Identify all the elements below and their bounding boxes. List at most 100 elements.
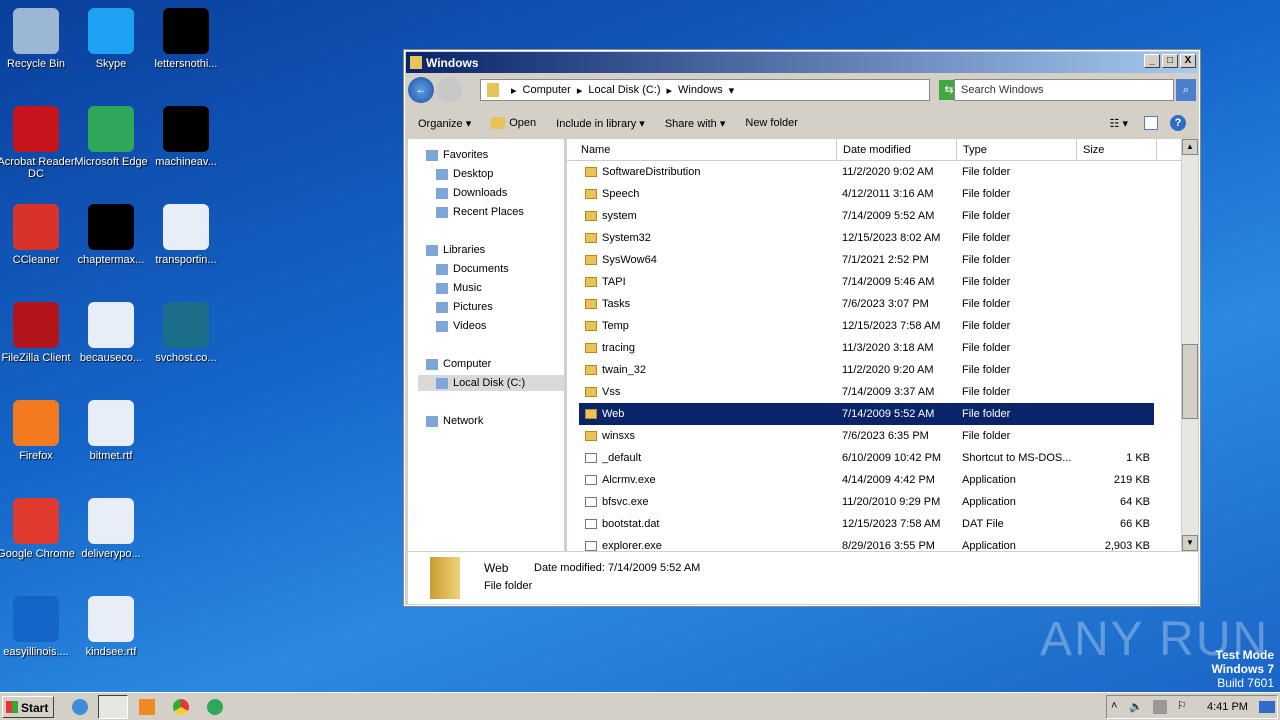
media-player-taskbar-icon[interactable] — [139, 699, 155, 715]
desktop-icon[interactable]: Google Chrome — [0, 498, 75, 560]
desktop-icon[interactable]: Microsoft Edge — [72, 106, 150, 168]
desktop-icon[interactable]: lettersnothi... — [147, 8, 225, 70]
scroll-up-button[interactable]: ▲ — [1182, 139, 1198, 155]
explorer-taskbar-icon[interactable] — [98, 695, 128, 719]
desktop-icon[interactable]: svchost.co... — [147, 302, 225, 364]
scroll-down-button[interactable]: ▼ — [1182, 535, 1198, 551]
file-row[interactable]: Alcrmv.exe 4/14/2009 4:42 PM Application… — [579, 469, 1154, 491]
nav-item[interactable]: Computer — [408, 356, 491, 372]
breadcrumb[interactable]: ▸ Computer ▸ Local Disk (C:) ▸ Windows ▾ ⇆ — [480, 79, 959, 101]
share-with-button[interactable]: Share with ▾ — [665, 117, 726, 130]
show-hidden-icons-icon[interactable]: ˄ — [1111, 700, 1117, 712]
start-button[interactable]: Start — [2, 696, 54, 718]
file-row[interactable]: twain_32 11/2/2020 9:20 AM File folder — [579, 359, 1154, 381]
file-row[interactable]: Web 7/14/2009 5:52 AM File folder — [579, 403, 1154, 425]
vertical-scrollbar[interactable]: ▲ ▼ — [1182, 139, 1198, 551]
desktop-icon[interactable]: FileZilla Client — [0, 302, 75, 364]
network-warning-icon[interactable] — [1153, 700, 1167, 714]
forward-button[interactable] — [436, 77, 462, 103]
organize-button[interactable]: Organize ▾ — [418, 117, 471, 130]
include-in-library-button[interactable]: Include in library ▾ — [556, 117, 645, 130]
file-row[interactable]: SysWow64 7/1/2021 2:52 PM File folder — [579, 249, 1154, 271]
desktop-icon[interactable]: kindsee.rtf — [72, 596, 150, 658]
ie-taskbar-icon[interactable] — [72, 699, 88, 715]
crumb-local-disk[interactable]: Local Disk (C:) — [588, 84, 660, 96]
desktop-icon[interactable]: machineav... — [147, 106, 225, 168]
scroll-thumb[interactable] — [1182, 344, 1198, 419]
nav-item[interactable]: Music — [418, 280, 482, 296]
file-row[interactable]: bfsvc.exe 11/20/2010 9:29 PM Application… — [579, 491, 1154, 513]
nav-item-label: Music — [453, 282, 482, 294]
file-row[interactable]: System32 12/15/2023 8:02 AM File folder — [579, 227, 1154, 249]
column-name[interactable]: Name — [567, 139, 837, 161]
nav-icon — [436, 206, 448, 218]
title-bar[interactable]: Windows _ □ X — [406, 52, 1198, 73]
nav-item[interactable]: Pictures — [418, 299, 493, 315]
desktop-icon[interactable]: transportin... — [147, 204, 225, 266]
desktop-icon[interactable]: Firefox — [0, 400, 75, 462]
desktop-icon[interactable]: deliverypo... — [72, 498, 150, 560]
desktop-icon[interactable]: easyillinois.... — [0, 596, 75, 658]
file-row[interactable]: Tasks 7/6/2023 3:07 PM File folder — [579, 293, 1154, 315]
edge-taskbar-icon[interactable] — [207, 699, 223, 715]
back-button[interactable]: ← — [408, 77, 434, 103]
minimize-button[interactable]: _ — [1144, 54, 1160, 68]
desktop-icon[interactable]: chaptermax... — [72, 204, 150, 266]
nav-item[interactable]: Recent Places — [418, 204, 524, 220]
nav-item[interactable]: Libraries — [408, 242, 485, 258]
search-icon[interactable]: ⌕ — [1176, 79, 1196, 101]
desktop-icon-image — [13, 400, 59, 446]
file-row[interactable]: TAPI 7/14/2009 5:46 AM File folder — [579, 271, 1154, 293]
desktop-icon[interactable]: becauseco... — [72, 302, 150, 364]
nav-item[interactable]: Documents — [418, 261, 509, 277]
file-row[interactable]: system 7/14/2009 5:52 AM File folder — [579, 205, 1154, 227]
show-desktop-icon[interactable] — [1259, 701, 1275, 713]
file-icon — [585, 541, 597, 551]
maximize-button[interactable]: □ — [1162, 54, 1178, 68]
open-button[interactable]: Open — [491, 117, 536, 130]
file-row[interactable]: Speech 4/12/2011 3:16 AM File folder — [579, 183, 1154, 205]
column-date-modified[interactable]: Date modified — [837, 139, 957, 161]
desktop-icon-image — [163, 8, 209, 54]
nav-item[interactable]: Desktop — [418, 166, 493, 182]
desktop-icon-image — [88, 596, 134, 642]
desktop-icon[interactable]: bitmet.rtf — [72, 400, 150, 462]
close-button[interactable]: X — [1180, 54, 1196, 68]
new-folder-button[interactable]: New folder — [745, 117, 798, 129]
help-icon[interactable]: ? — [1170, 115, 1186, 131]
file-row[interactable]: _default 6/10/2009 10:42 PM Shortcut to … — [579, 447, 1154, 469]
desktop-icon[interactable]: Acrobat Reader DC — [0, 106, 75, 180]
file-date: 4/12/2011 3:16 AM — [842, 188, 934, 200]
nav-item[interactable]: Network — [408, 413, 483, 429]
file-row[interactable]: bootstat.dat 12/15/2023 7:58 AM DAT File… — [579, 513, 1154, 535]
file-row[interactable]: SoftwareDistribution 11/2/2020 9:02 AM F… — [579, 161, 1154, 183]
volume-icon[interactable]: 🔈 — [1129, 700, 1143, 713]
nav-item[interactable]: Favorites — [408, 147, 488, 163]
clock[interactable]: 4:41 PM — [1207, 701, 1248, 713]
nav-item[interactable]: Local Disk (C:) — [418, 375, 564, 391]
view-options-icon[interactable]: ☷ ▾ — [1110, 117, 1128, 130]
desktop-icon[interactable]: CCleaner — [0, 204, 75, 266]
column-size[interactable]: Size — [1077, 139, 1157, 161]
folder-icon — [585, 343, 597, 353]
start-label: Start — [21, 701, 49, 715]
file-row[interactable]: winsxs 7/6/2023 6:35 PM File folder — [579, 425, 1154, 447]
column-type[interactable]: Type — [957, 139, 1077, 161]
preview-pane-icon[interactable] — [1144, 116, 1158, 130]
nav-item[interactable]: Videos — [418, 318, 486, 334]
nav-icon — [436, 320, 448, 332]
column-headers: Name Date modified Type Size — [567, 139, 1181, 161]
action-center-flag-icon[interactable]: ⚐ — [1177, 699, 1187, 712]
chrome-taskbar-icon[interactable] — [173, 699, 189, 715]
crumb-computer[interactable]: Computer — [523, 84, 571, 96]
file-row[interactable]: explorer.exe 8/29/2016 3:55 PM Applicati… — [579, 535, 1154, 551]
file-row[interactable]: Temp 12/15/2023 7:58 AM File folder — [579, 315, 1154, 337]
file-type: File folder — [962, 254, 1011, 266]
desktop-icon[interactable]: Recycle Bin — [0, 8, 75, 70]
file-row[interactable]: tracing 11/3/2020 3:18 AM File folder — [579, 337, 1154, 359]
file-row[interactable]: Vss 7/14/2009 3:37 AM File folder — [579, 381, 1154, 403]
nav-item[interactable]: Downloads — [418, 185, 507, 201]
desktop-icon[interactable]: Skype — [72, 8, 150, 70]
crumb-windows[interactable]: Windows — [678, 84, 723, 96]
search-input[interactable]: Search Windows — [954, 79, 1174, 101]
